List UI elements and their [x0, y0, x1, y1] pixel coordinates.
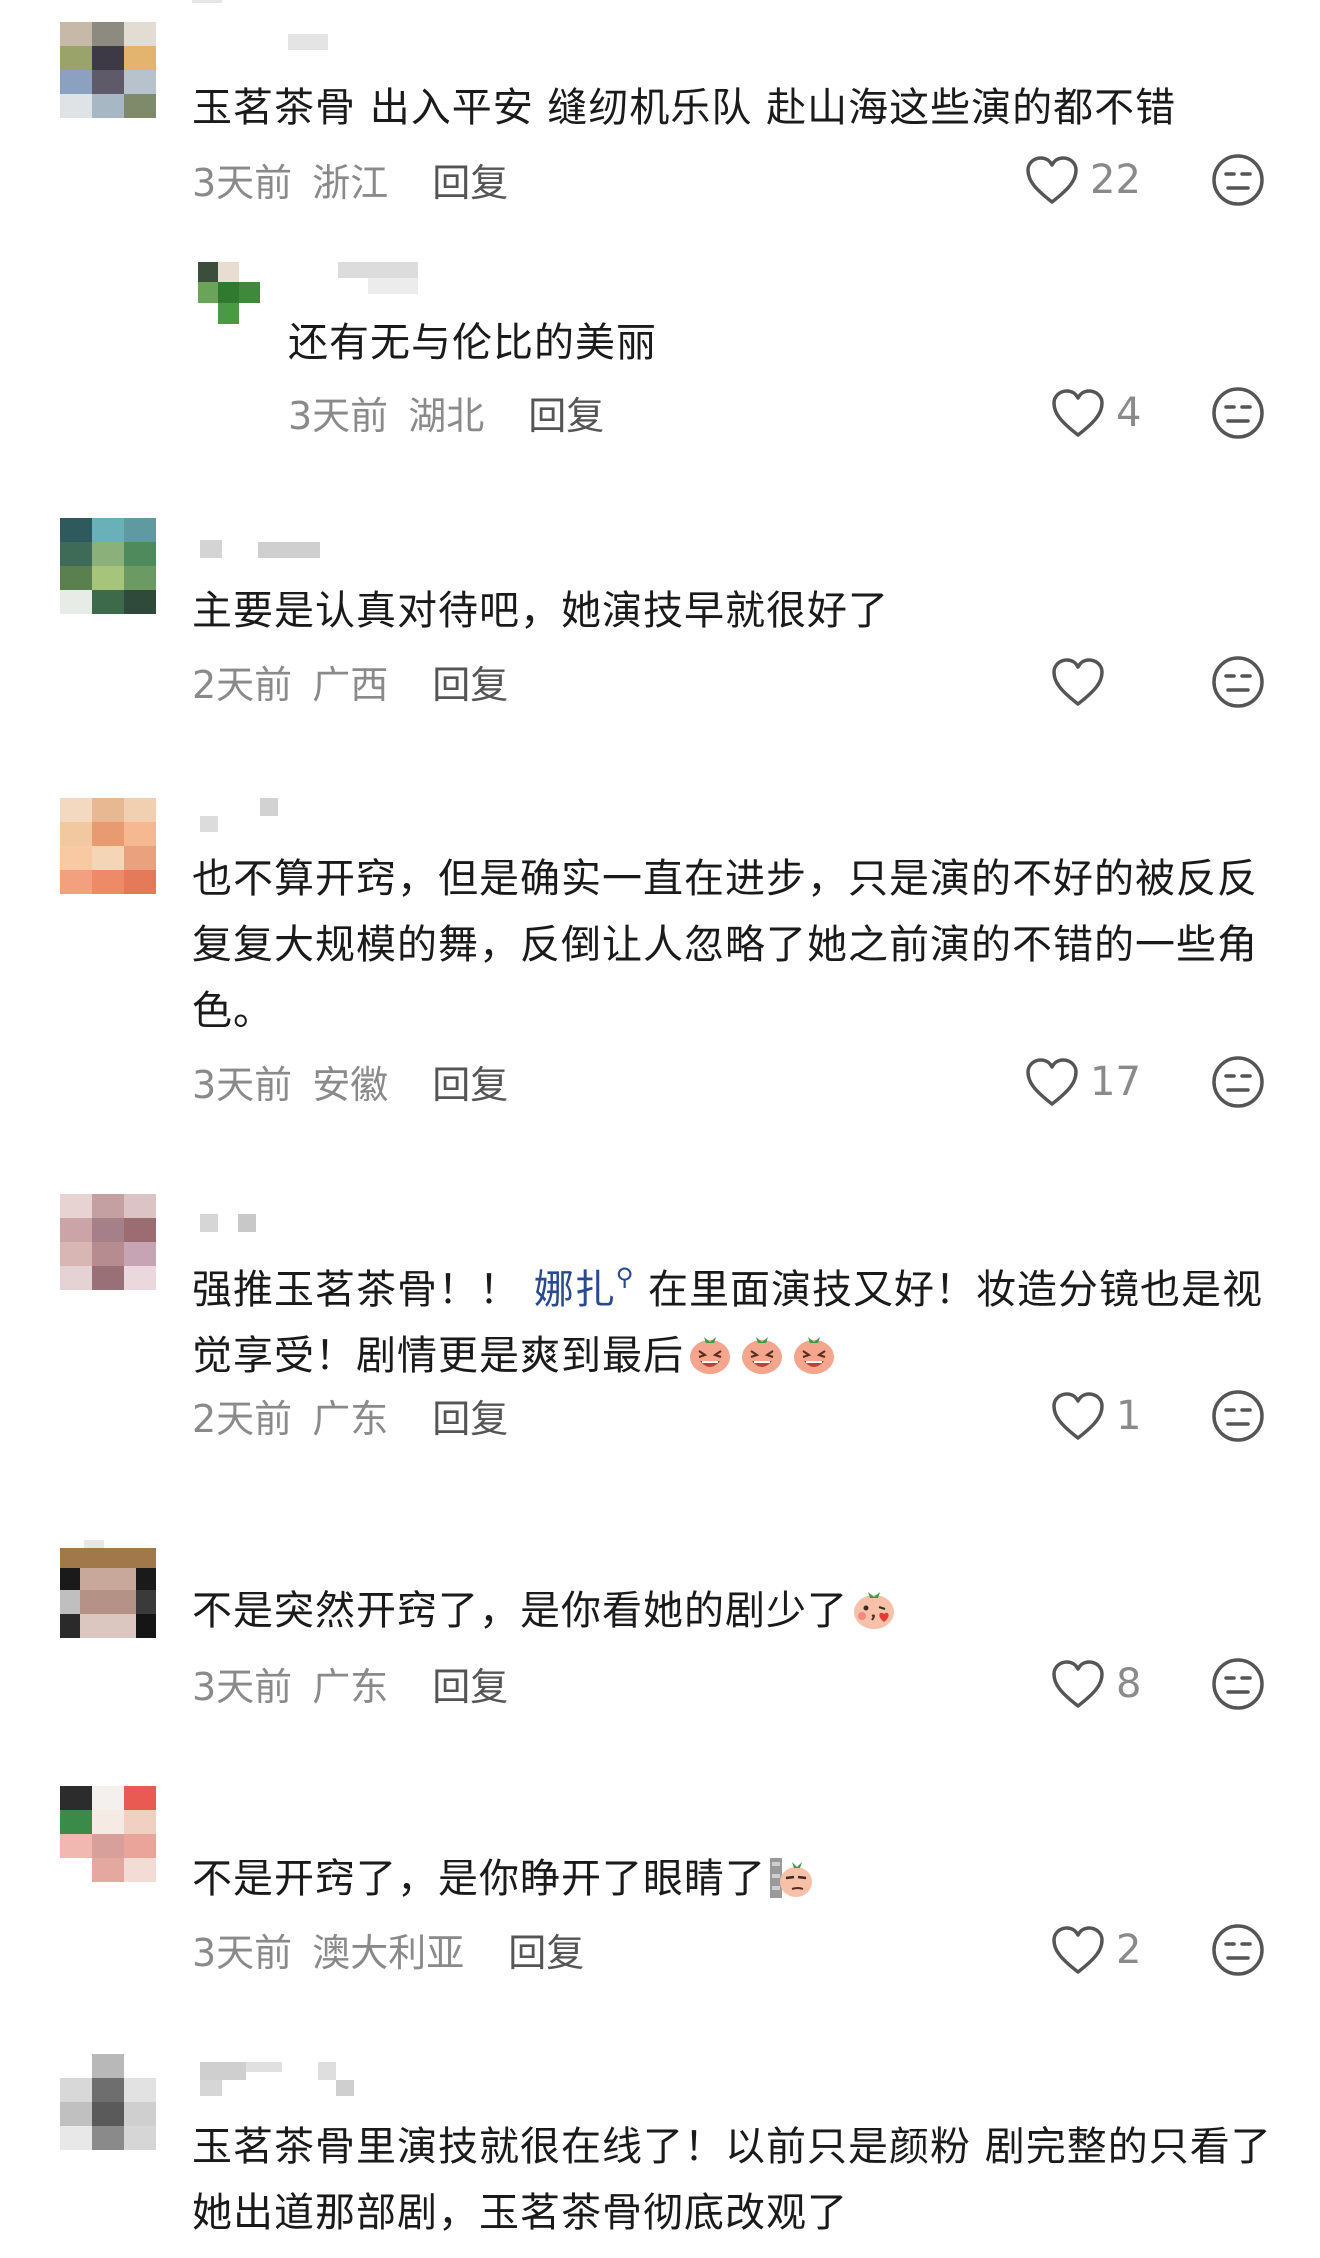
mention-text: 娜扎 — [533, 1267, 616, 1313]
like-count: 4 — [1116, 390, 1142, 436]
comment-meta: 2天前 广东 回复 — [192, 1388, 508, 1443]
comment-time: 3天前 — [288, 394, 389, 438]
avatar[interactable] — [60, 1786, 156, 1882]
dislike-face-icon[interactable] — [1210, 385, 1266, 441]
comment-text: 玉茗茶骨 出入平安 缝纫机乐队 赴山海这些演的都不错 — [192, 85, 1177, 131]
comment-text: 不是开窍了，是你睁开了眼睛了 — [192, 1846, 1272, 1912]
comment-text: 还有无与伦比的美丽 — [288, 320, 657, 366]
reply-button[interactable]: 回复 — [432, 1665, 508, 1709]
username-masked[interactable] — [192, 798, 392, 838]
dislike-face-icon[interactable] — [1210, 1054, 1266, 1110]
like-count: 2 — [1116, 1927, 1142, 1973]
like-button[interactable]: 22 — [1024, 152, 1141, 208]
comment-text-part: 不是突然开窍了，是你看她的剧少了 — [192, 1588, 848, 1634]
like-count: 22 — [1090, 157, 1141, 203]
comment-time: 3天前 — [192, 1063, 293, 1107]
comment-meta: 3天前 浙江 回复 — [192, 152, 508, 207]
comment-time: 3天前 — [192, 161, 293, 205]
avatar[interactable] — [60, 22, 156, 118]
dislike-face-icon[interactable] — [1210, 1922, 1266, 1978]
avatar[interactable] — [60, 1194, 156, 1290]
comment-meta: 2天前 广西 回复 — [192, 654, 508, 709]
heart-icon — [1052, 389, 1104, 437]
comment-text: 玉茗茶骨里演技就很在线了！以前只是颜粉 剧完整的只看了她出道那部剧，玉茗茶骨彻底… — [192, 2124, 1272, 2236]
comment-time: 2天前 — [192, 1397, 293, 1441]
heart-icon — [1052, 658, 1104, 706]
like-button[interactable]: 2 — [1050, 1922, 1141, 1978]
heart-icon — [1052, 1926, 1104, 1974]
username-masked[interactable] — [192, 2062, 392, 2102]
like-button[interactable]: 8 — [1050, 1656, 1141, 1712]
dislike-face-icon[interactable] — [1210, 152, 1266, 208]
reply-button[interactable]: 回复 — [528, 394, 604, 438]
dislike-face-icon[interactable] — [1210, 654, 1266, 710]
smirk-emoji — [766, 1856, 818, 1902]
reply-button[interactable]: 回复 — [432, 1063, 508, 1107]
comment-time: 2天前 — [192, 663, 293, 707]
reply-button[interactable]: 回复 — [432, 1397, 508, 1441]
comment-location: 广东 — [312, 1665, 389, 1709]
comment-text-part: 不是开窍了，是你睁开了眼睛了 — [192, 1856, 766, 1902]
comment-location: 澳大利亚 — [312, 1931, 465, 1975]
avatar[interactable] — [60, 518, 156, 614]
top-divider — [192, 0, 222, 3]
comment-text: 主要是认真对待吧，她演技早就很好了 — [192, 588, 889, 634]
username-masked[interactable] — [192, 24, 392, 54]
heart-icon — [1026, 156, 1078, 204]
comment-location: 湖北 — [408, 394, 485, 438]
dislike-face-icon[interactable] — [1210, 1388, 1266, 1444]
avatar[interactable] — [60, 1540, 156, 1642]
reply-button[interactable]: 回复 — [432, 161, 508, 205]
reply-button[interactable]: 回复 — [432, 663, 508, 707]
comment-text: 也不算开窍，但是确实一直在进步，只是演的不好的被反反复复大规模的舞，反倒让人忽略… — [192, 856, 1258, 1034]
comment-text: 强推玉茗茶骨！！ 娜扎⚲ 在里面演技又好！妆造分镜也是视觉享受！剧情更是爽到最后 — [192, 1244, 1272, 1389]
dislike-face-icon[interactable] — [1210, 1656, 1266, 1712]
kiss-emoji — [848, 1588, 900, 1634]
comment-time: 3天前 — [192, 1931, 293, 1975]
comment-text: 不是突然开窍了，是你看她的剧少了 — [192, 1578, 1272, 1644]
heart-icon — [1026, 1058, 1078, 1106]
mention-link[interactable]: 娜扎⚲ — [533, 1263, 635, 1313]
like-button[interactable]: 4 — [1050, 385, 1141, 441]
like-count: 17 — [1090, 1059, 1141, 1105]
comment-meta: 3天前 澳大利亚 回复 — [192, 1922, 584, 1977]
laugh-emoji — [684, 1333, 840, 1379]
heart-icon — [1052, 1660, 1104, 1708]
comment-meta: 3天前 广东 回复 — [192, 1656, 508, 1711]
username-masked[interactable] — [192, 1210, 392, 1240]
like-button[interactable]: 17 — [1024, 1054, 1141, 1110]
comment-time: 3天前 — [192, 1665, 293, 1709]
comment-location: 广东 — [312, 1397, 389, 1441]
like-count: 8 — [1116, 1661, 1142, 1707]
username-masked[interactable] — [288, 262, 488, 302]
like-count: 1 — [1116, 1393, 1142, 1439]
comment-meta: 3天前 安徽 回复 — [192, 1054, 508, 1109]
like-button[interactable]: 1 — [1050, 1388, 1141, 1444]
username-masked[interactable] — [192, 538, 392, 568]
comment-location: 安徽 — [312, 1063, 389, 1107]
avatar[interactable] — [60, 798, 156, 894]
search-icon: ⚲ — [615, 1263, 635, 1291]
avatar[interactable] — [60, 2054, 156, 2150]
reply-button[interactable]: 回复 — [508, 1931, 584, 1975]
comment-meta: 3天前 湖北 回复 — [288, 385, 604, 440]
avatar[interactable] — [198, 262, 260, 324]
comment-location: 浙江 — [312, 161, 389, 205]
heart-icon — [1052, 1392, 1104, 1440]
comment-location: 广西 — [312, 663, 389, 707]
comment-text-part: 强推玉茗茶骨！！ — [192, 1267, 534, 1313]
like-button[interactable] — [1050, 654, 1116, 710]
